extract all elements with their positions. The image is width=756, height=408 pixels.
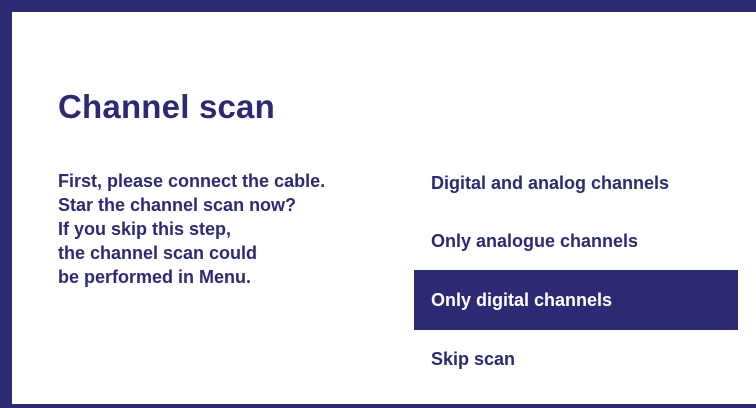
- instruction-line: Star the channel scan now?: [58, 195, 297, 215]
- channel-scan-screen: Channel scan First, please connect the c…: [0, 0, 756, 408]
- frame-left-border: [0, 0, 12, 408]
- frame-bottom-border: [0, 404, 756, 408]
- scan-options-menu: Digital and analog channels Only analogu…: [414, 154, 738, 388]
- option-only-digital[interactable]: Only digital channels: [414, 270, 738, 330]
- instruction-line: be performed in Menu.: [58, 267, 252, 287]
- option-skip-scan[interactable]: Skip scan: [414, 330, 738, 388]
- instruction-line: the channel scan could: [58, 243, 258, 263]
- option-only-analogue[interactable]: Only analogue channels: [414, 212, 738, 270]
- instruction-line: First, please connect the cable.: [58, 171, 326, 191]
- instructions-text: First, please connect the cable. Star th…: [58, 169, 398, 289]
- option-digital-and-analog[interactable]: Digital and analog channels: [414, 154, 738, 212]
- frame-top-border: [0, 0, 756, 12]
- instruction-line: If you skip this step,: [58, 219, 232, 239]
- page-title: Channel scan: [58, 88, 275, 125]
